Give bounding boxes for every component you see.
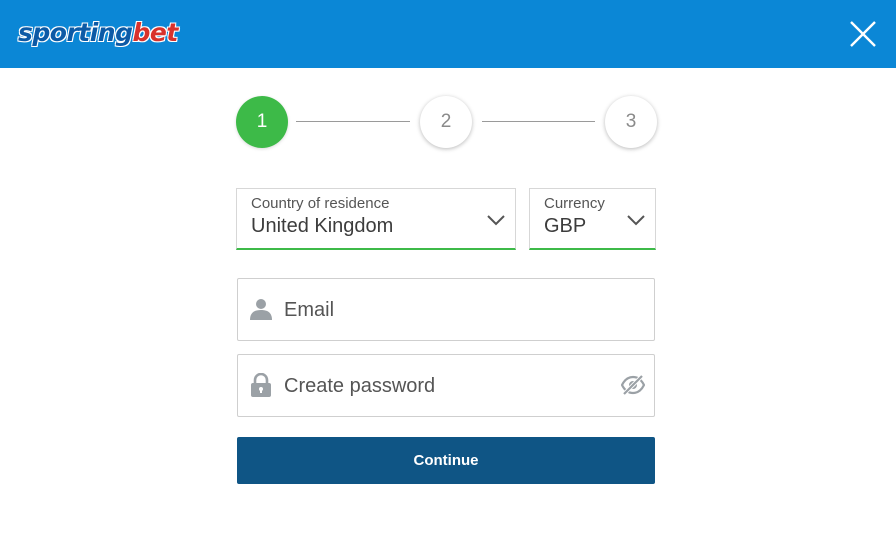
country-select[interactable]: Country of residence United Kingdom <box>236 188 516 250</box>
registration-stepper: 1 2 3 <box>236 96 657 148</box>
logo-text-bet: bet <box>132 18 179 47</box>
step-2: 2 <box>420 96 472 148</box>
sportingbet-logo: sportingbet <box>18 16 178 50</box>
password-placeholder: Create password <box>284 375 436 397</box>
step-3: 3 <box>605 96 657 148</box>
currency-value: GBP <box>544 215 587 237</box>
chevron-down-icon <box>487 215 505 226</box>
logo-text-sporting: sporting <box>18 18 133 47</box>
email-placeholder: Email <box>284 299 335 321</box>
header-bar: sportingbet <box>0 0 896 68</box>
step-connector <box>482 121 595 122</box>
chevron-down-icon <box>627 215 645 226</box>
close-icon <box>850 21 876 47</box>
password-field[interactable]: Create password <box>237 354 655 417</box>
user-icon <box>250 299 272 320</box>
currency-select[interactable]: Currency GBP <box>529 188 656 250</box>
close-button[interactable] <box>846 17 880 51</box>
country-value: United Kingdom <box>251 215 394 237</box>
continue-button[interactable]: Continue <box>237 437 655 484</box>
step-1: 1 <box>236 96 288 148</box>
eye-slash-icon[interactable] <box>621 374 645 396</box>
step-connector <box>296 121 410 122</box>
country-label: Country of residence <box>251 195 390 212</box>
email-field[interactable]: Email <box>237 278 655 341</box>
lock-icon <box>251 373 271 397</box>
currency-label: Currency <box>544 195 605 212</box>
